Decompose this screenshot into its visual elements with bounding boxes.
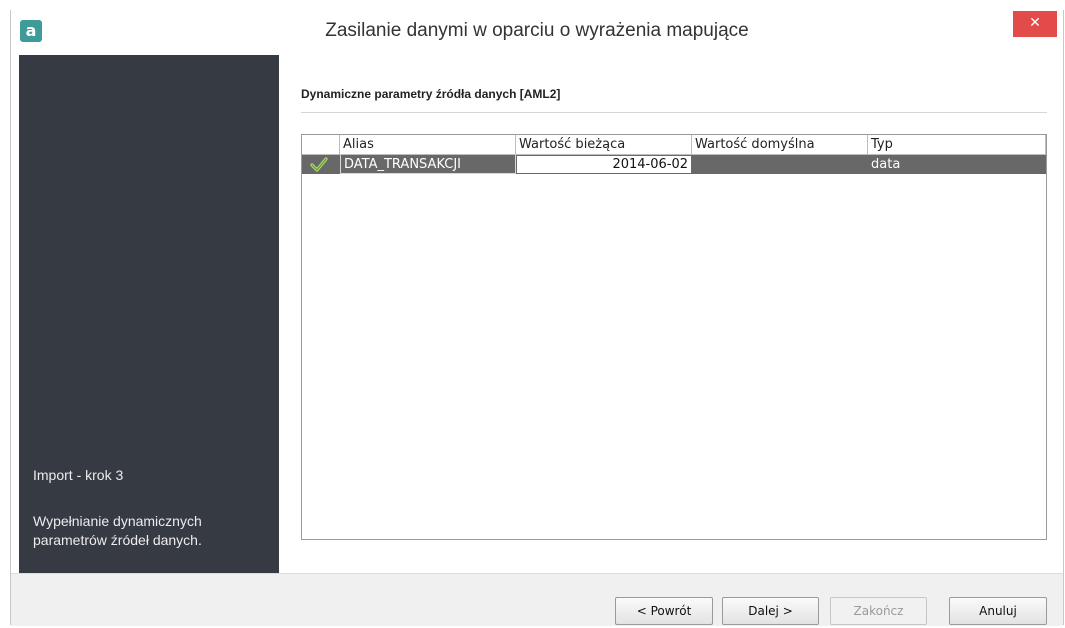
parameters-grid[interactable]: Alias Wartość bieżąca Wartość domyślna T… <box>301 134 1047 540</box>
alias-cell: DATA_TRANSAKCJI <box>340 155 516 174</box>
wizard-content: Dynamiczne parametry źródła danych [AML2… <box>279 55 1058 584</box>
step-title: Import - krok 3 <box>33 467 124 483</box>
finish-button: Zakończ <box>830 597 927 625</box>
section-title: Dynamiczne parametry źródła danych [AML2… <box>301 87 561 101</box>
back-button[interactable]: < Powrót <box>615 597 713 625</box>
checkmark-icon <box>310 157 328 172</box>
wizard-sidebar: Import - krok 3 Wypełnianie dynamicznych… <box>19 55 279 584</box>
divider <box>301 112 1047 113</box>
column-header-alias[interactable]: Alias <box>340 135 516 155</box>
column-header-current-value[interactable]: Wartość bieżąca <box>516 135 692 155</box>
button-bar: < Powrót Dalej > Zakończ Anuluj <box>11 573 1063 626</box>
cancel-button[interactable]: Anuluj <box>949 597 1047 625</box>
grid-header: Alias Wartość bieżąca Wartość domyślna T… <box>302 135 1046 155</box>
default-value-cell[interactable] <box>692 155 868 174</box>
column-header-default-value[interactable]: Wartość domyślna <box>692 135 868 155</box>
current-value-input[interactable] <box>516 155 692 174</box>
column-header-status <box>302 135 340 155</box>
step-description: Wypełnianie dynamicznych parametrów źród… <box>33 513 202 548</box>
window-title: Zasilanie danymi w oparciu o wyrażenia m… <box>325 20 749 41</box>
column-header-type[interactable]: Typ <box>868 135 1046 155</box>
table-row[interactable]: DATA_TRANSAKCJI data <box>302 155 1046 174</box>
row-status-cell <box>302 155 340 174</box>
title-bar: a Zasilanie danymi w oparciu o wyrażenia… <box>11 10 1063 54</box>
type-cell: data <box>871 157 901 172</box>
close-button[interactable]: ✕ <box>1013 11 1057 37</box>
next-button[interactable]: Dalej > <box>722 597 819 625</box>
dialog-window: a Zasilanie danymi w oparciu o wyrażenia… <box>10 10 1064 626</box>
